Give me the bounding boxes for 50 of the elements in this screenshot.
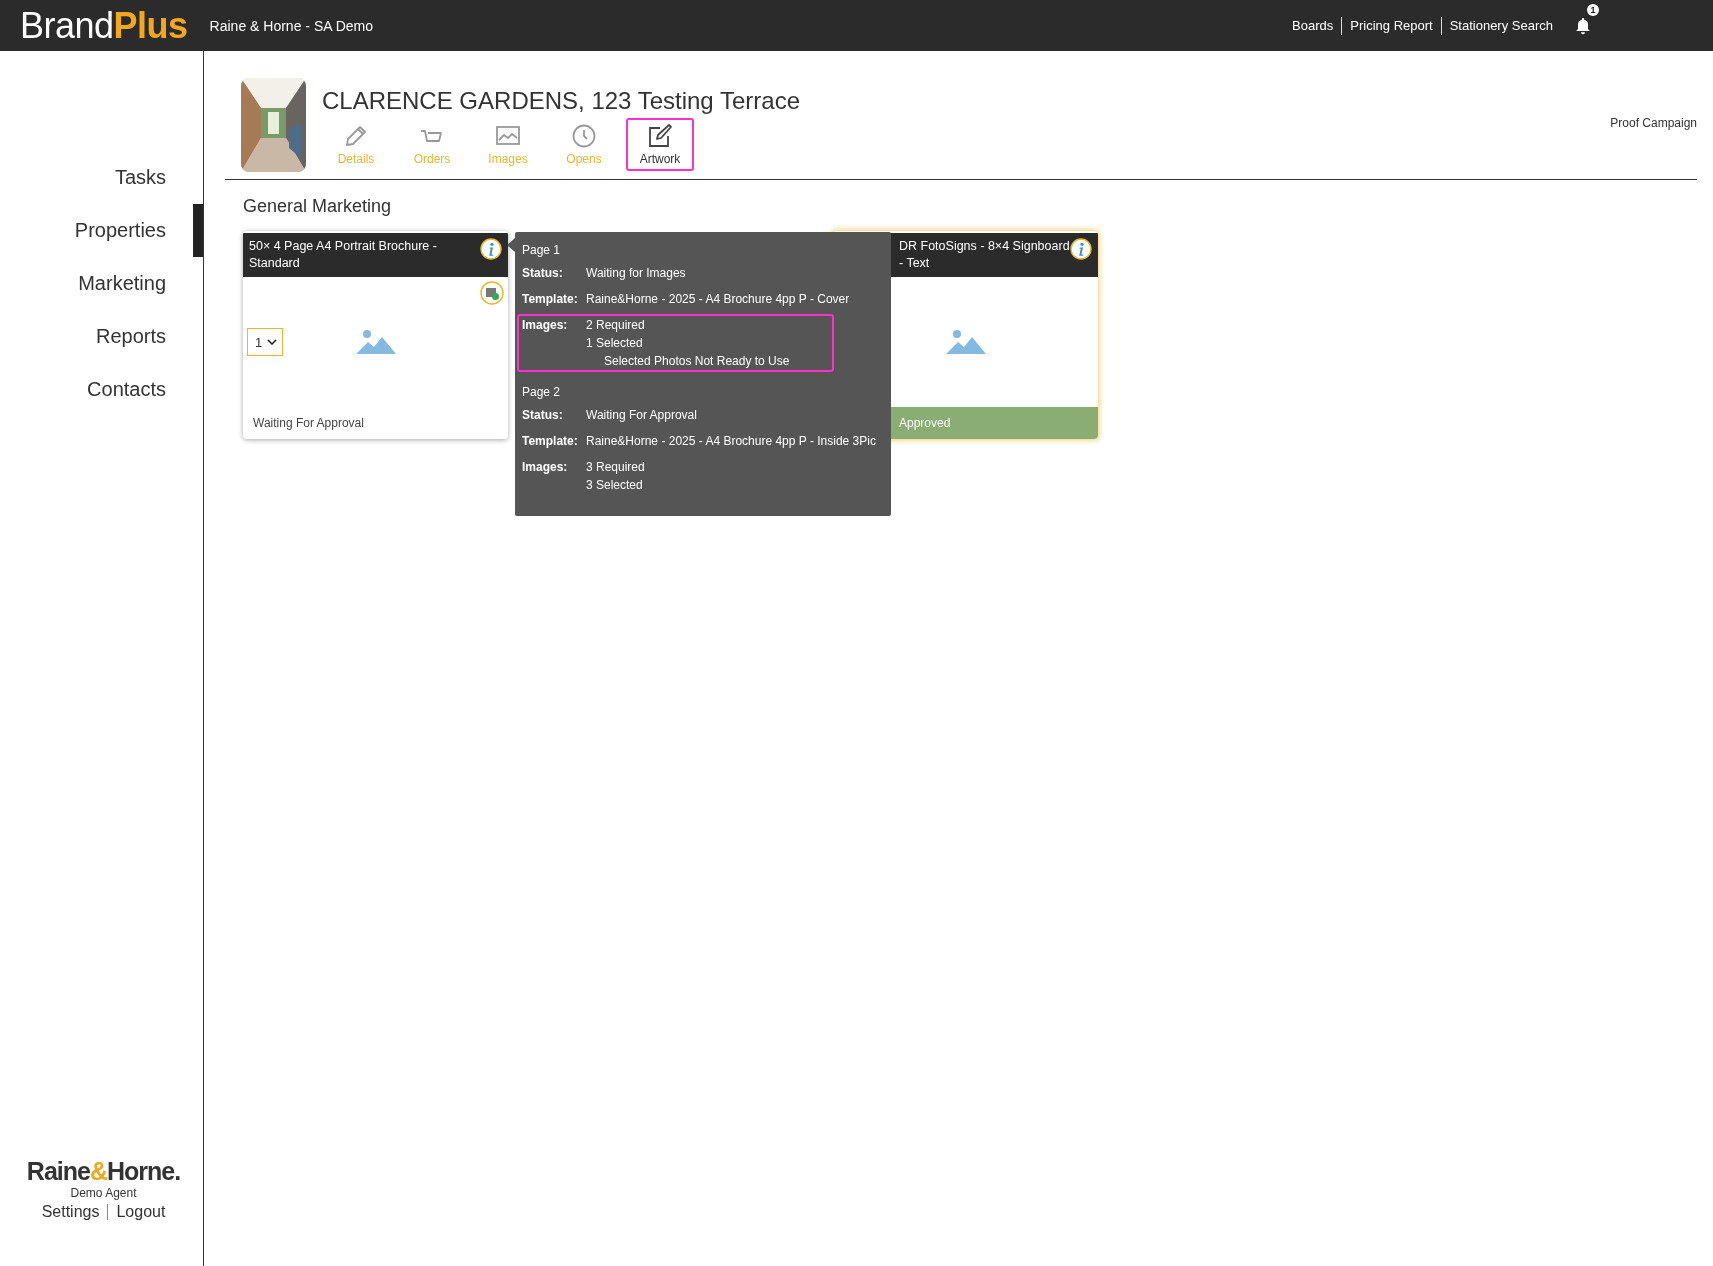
- top-nav-link[interactable]: Boards: [1284, 16, 1342, 35]
- sidebar-item[interactable]: Reports: [0, 310, 203, 363]
- section-title: General Marketing: [243, 196, 393, 217]
- brand-logo: BrandPlus: [20, 4, 188, 47]
- detail-value: Waiting for Images: [586, 265, 686, 282]
- card-title: DR FotoSigns - 8×4 Signboard - Text: [899, 238, 1070, 272]
- notification-badge: 1: [1587, 3, 1599, 16]
- detail-label: Images:: [522, 317, 569, 334]
- sidebar-item[interactable]: Properties: [0, 204, 203, 257]
- info-icon[interactable]: [480, 238, 502, 260]
- quantity-select[interactable]: 1: [247, 328, 283, 356]
- detail-label: Status:: [522, 407, 564, 424]
- detail-label: Template:: [522, 433, 579, 450]
- detail-label: Status:: [522, 265, 564, 282]
- detail-note: Selected Photos Not Ready to Use: [603, 353, 790, 370]
- info-icon[interactable]: [1070, 238, 1092, 260]
- pencil-icon: [343, 123, 369, 149]
- image-placeholder-icon: [944, 328, 987, 356]
- property-title: CLARENCE GARDENS, 123 Testing Terrace: [322, 87, 800, 115]
- proof-campaign-link[interactable]: Proof Campaign: [1610, 116, 1697, 130]
- detail-label: Template:: [522, 291, 579, 308]
- property-tab[interactable]: Artwork: [626, 118, 694, 171]
- detail-value: 3 Required: [586, 459, 645, 476]
- card-title: 50× 4 Page A4 Portrait Brochure - Standard: [249, 238, 438, 272]
- sidebar-item[interactable]: Tasks: [0, 151, 203, 204]
- account-name: Raine & Horne - SA Demo: [209, 17, 373, 34]
- detail-value: 3 Selected: [586, 477, 644, 494]
- user-name: Demo Agent: [70, 1186, 137, 1200]
- footer-link[interactable]: Settings: [33, 1204, 108, 1220]
- detail-value: Waiting For Approval: [586, 407, 697, 424]
- detail-label: Images:: [522, 459, 569, 476]
- edit-icon: [647, 123, 673, 149]
- sidebar-item[interactable]: Contacts: [0, 363, 203, 416]
- detail-value: Raine&Horne - 2025 - A4 Brochure 4pp P - Cover: [586, 291, 850, 308]
- image-placeholder-icon: [354, 328, 397, 356]
- add-image-icon[interactable]: [480, 281, 504, 305]
- clock-icon: [571, 123, 597, 149]
- sidebar-item[interactable]: Marketing: [0, 257, 203, 310]
- page-title: Page 2: [522, 384, 562, 401]
- caret-icon: [267, 339, 277, 345]
- status-text: Waiting For Approval: [253, 416, 364, 430]
- detail-value: 1 Selected: [586, 335, 644, 352]
- detail-value: 2 Required: [586, 317, 646, 334]
- status-text: Approved: [899, 416, 951, 430]
- top-nav-link[interactable]: Stationery Search: [1440, 16, 1561, 35]
- footer-link[interactable]: Logout: [107, 1204, 174, 1220]
- detail-value: Raine&Horne - 2025 - A4 Brochure 4pp P - Inside 3Pic: [586, 433, 876, 450]
- page-title: Page 1: [522, 242, 562, 259]
- company-logo: Raine&Horne.: [26, 1157, 181, 1186]
- top-nav-link[interactable]: Pricing Report: [1341, 16, 1441, 35]
